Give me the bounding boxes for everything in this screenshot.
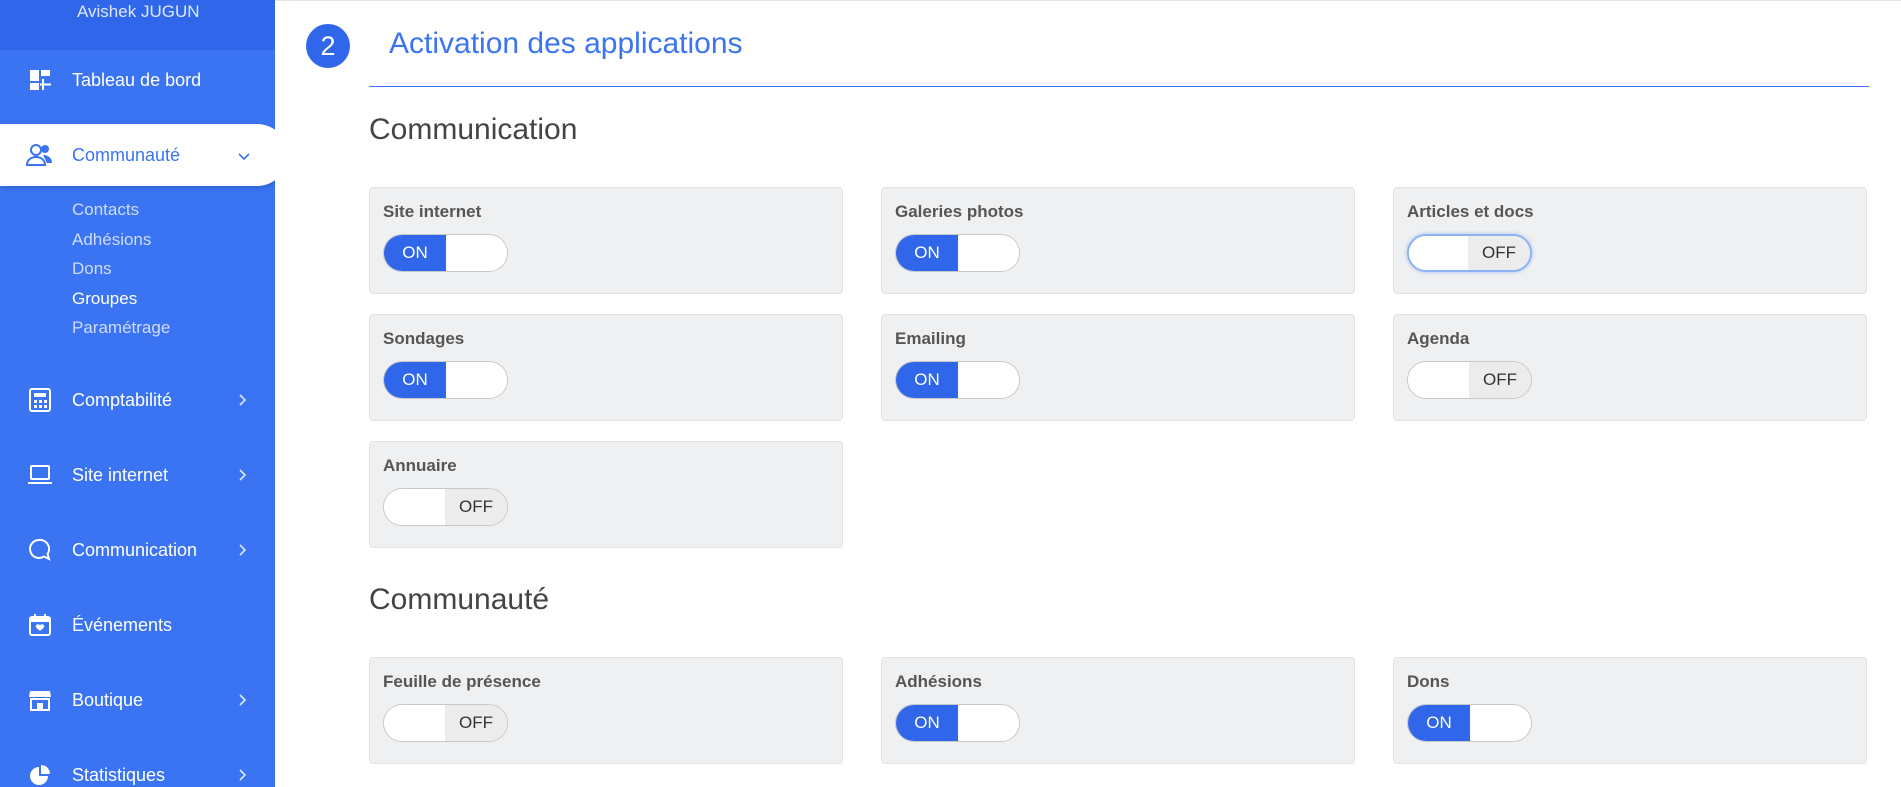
subnav-item-adhesions[interactable]: Adhésions: [72, 227, 170, 257]
step-number-badge: 2: [306, 24, 350, 68]
chevron-right-icon: [239, 465, 247, 486]
toggle-state: ON: [384, 235, 446, 271]
chevron-right-icon: [239, 540, 247, 561]
sidebar-item-label: Communication: [72, 539, 198, 560]
app-label: Sondages: [383, 329, 465, 348]
sidebar-item-label: Site internet: [72, 464, 169, 485]
toggle-state: ON: [384, 362, 446, 398]
app-label: Annuaire: [383, 456, 457, 475]
sidebar-user-header: Avishek JUGUN: [0, 0, 275, 50]
toggle-state: ON: [896, 362, 958, 398]
toggle-state: OFF: [1468, 236, 1530, 270]
sidebar-item-boutique[interactable]: Boutique: [0, 670, 275, 730]
app-card: Galeries photos ON: [881, 187, 1355, 294]
app-toggle[interactable]: ON: [1407, 704, 1532, 742]
app-toggle[interactable]: ON: [895, 361, 1020, 399]
toggle-state: ON: [896, 235, 958, 271]
app-label: Articles et docs: [1407, 202, 1534, 221]
app-label: Site internet: [383, 202, 482, 221]
section-title-communication: Communication: [369, 113, 578, 146]
store-icon: [26, 686, 54, 714]
sidebar-item-label: Événements: [72, 614, 173, 635]
sidebar-item-communaute[interactable]: Communauté: [0, 124, 275, 186]
sidebar: Avishek JUGUN Tableau de bord Communauté…: [0, 0, 275, 787]
chevron-right-icon: [239, 765, 247, 786]
subnav-item-parametrage[interactable]: Paramétrage: [72, 315, 170, 345]
subnav-item-groupes[interactable]: Groupes: [72, 286, 170, 316]
community-subnav: Contacts Adhésions Dons Groupes Paramétr…: [72, 197, 170, 345]
app-toggle[interactable]: OFF: [1407, 234, 1532, 272]
app-label: Feuille de présence: [383, 672, 541, 691]
app-card: Adhésions ON: [881, 657, 1355, 764]
sidebar-item-communication[interactable]: Communication: [0, 520, 275, 580]
app-card: Emailing ON: [881, 314, 1355, 421]
chevron-down-icon: [238, 145, 250, 166]
pie-chart-icon: [26, 761, 54, 787]
sidebar-item-site-internet[interactable]: Site internet: [0, 445, 275, 505]
app-toggle[interactable]: ON: [895, 704, 1020, 742]
main-content: 2 Activation des applications Communicat…: [275, 0, 1901, 787]
app-card: Annuaire OFF: [369, 441, 843, 548]
page-title: Activation des applications: [389, 27, 743, 60]
dashboard-icon: [26, 66, 54, 94]
calculator-icon: [26, 386, 54, 414]
toggle-state: OFF: [1469, 362, 1531, 398]
subnav-item-dons[interactable]: Dons: [72, 256, 170, 286]
sidebar-item-label: Communauté: [72, 144, 181, 165]
title-divider: [369, 86, 1869, 87]
app-card: Sondages ON: [369, 314, 843, 421]
toggle-state: ON: [896, 705, 958, 741]
app-label: Dons: [1407, 672, 1450, 691]
chevron-right-icon: [239, 690, 247, 711]
app-toggle[interactable]: ON: [383, 234, 508, 272]
sidebar-item-evenements[interactable]: Événements: [0, 595, 275, 655]
app-card: Dons ON: [1393, 657, 1867, 764]
app-label: Emailing: [895, 329, 966, 348]
section-title-communaute: Communauté: [369, 583, 550, 616]
toggle-state: OFF: [445, 705, 507, 741]
calendar-icon: [26, 611, 54, 639]
app-card: Site internet ON: [369, 187, 843, 294]
app-toggle[interactable]: OFF: [1407, 361, 1532, 399]
app-card: Feuille de présence OFF: [369, 657, 843, 764]
app-label: Galeries photos: [895, 202, 1024, 221]
app-toggle[interactable]: ON: [383, 361, 508, 399]
subnav-item-contacts[interactable]: Contacts: [72, 197, 170, 227]
user-name: Avishek JUGUN: [77, 2, 200, 21]
sidebar-item-comptabilite[interactable]: Comptabilité: [0, 370, 275, 430]
app-toggle[interactable]: OFF: [383, 704, 508, 742]
app-card: Agenda OFF: [1393, 314, 1867, 421]
sidebar-item-tableau-de-bord[interactable]: Tableau de bord: [0, 50, 275, 110]
toggle-state: ON: [1408, 705, 1470, 741]
laptop-icon: [26, 461, 54, 489]
sidebar-item-label: Boutique: [72, 689, 144, 710]
app-card: Articles et docs OFF: [1393, 187, 1867, 294]
chat-icon: [26, 536, 54, 564]
toggle-state: OFF: [445, 489, 507, 525]
community-icon: [26, 141, 54, 169]
sidebar-item-statistiques[interactable]: Statistiques: [0, 745, 275, 787]
sidebar-item-label: Tableau de bord: [72, 69, 202, 90]
app-label: Agenda: [1407, 329, 1470, 348]
sidebar-item-label: Statistiques: [72, 764, 166, 785]
app-toggle[interactable]: OFF: [383, 488, 508, 526]
app-toggle[interactable]: ON: [895, 234, 1020, 272]
sidebar-item-label: Comptabilité: [72, 389, 173, 410]
chevron-right-icon: [239, 390, 247, 411]
app-label: Adhésions: [895, 672, 982, 691]
